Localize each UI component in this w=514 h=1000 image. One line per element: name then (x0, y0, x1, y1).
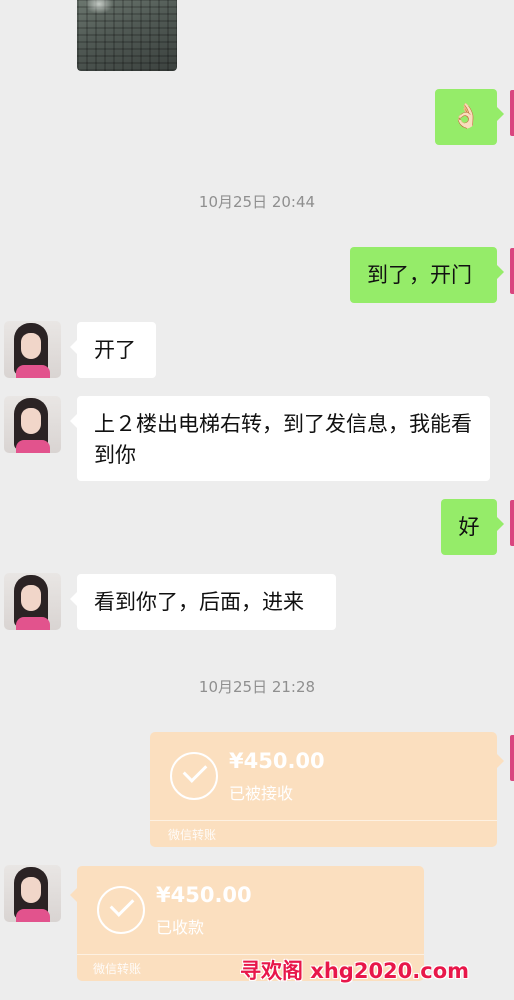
timestamp-divider: 10月25日 21:28 (198, 678, 316, 696)
message-text: 到了，开门 (367, 263, 472, 287)
incoming-message-bubble[interactable]: 开了 (70, 322, 156, 378)
outgoing-message-bubble[interactable]: 到了，开门 (350, 247, 504, 303)
transfer-amount: ¥450.00 (156, 883, 252, 907)
self-avatar-edge[interactable] (510, 735, 514, 781)
message-text: 看到你了，后面，进来 (94, 590, 304, 614)
message-text: 上２楼出电梯右转，到了发信息，我能看到你 (94, 412, 472, 467)
image-highlight (85, 0, 113, 14)
transfer-status: 已被接收 (229, 784, 294, 803)
avatar-shirt (16, 365, 50, 378)
avatar-face (21, 408, 41, 434)
avatar-face (21, 333, 41, 359)
transfer-source-label: 微信转账 (168, 828, 217, 842)
check-circle-icon (170, 752, 218, 800)
message-text: 好 (458, 515, 480, 539)
contact-avatar[interactable] (4, 865, 61, 922)
self-avatar-edge[interactable] (510, 500, 514, 546)
timestamp-divider: 10月25日 20:44 (198, 193, 316, 211)
check-circle-icon (97, 886, 145, 934)
card-divider (150, 820, 497, 821)
outgoing-message-bubble[interactable]: 好 (441, 499, 504, 555)
self-avatar-edge[interactable] (510, 90, 514, 136)
contact-avatar[interactable] (4, 321, 61, 378)
avatar-face (21, 877, 41, 903)
transfer-status: 已收款 (156, 918, 205, 937)
avatar-shirt (16, 440, 50, 453)
sent-transfer-card[interactable]: ¥450.00 已被接收 微信转账 (150, 732, 504, 847)
self-avatar-edge[interactable] (510, 248, 514, 294)
image-message-thumbnail[interactable] (77, 0, 177, 71)
transfer-source-label: 微信转账 (93, 962, 142, 976)
incoming-message-bubble[interactable]: 看到你了，后面，进来 (70, 574, 336, 630)
avatar-face (21, 585, 41, 611)
message-text: 开了 (94, 338, 136, 362)
contact-avatar[interactable] (4, 573, 61, 630)
transfer-amount: ¥450.00 (229, 749, 325, 773)
site-watermark: 寻欢阁 xhg2020.com (240, 959, 470, 983)
avatar-shirt (16, 617, 50, 630)
incoming-message-bubble[interactable]: 上２楼出电梯右转，到了发信息，我能看到你 (70, 396, 490, 481)
avatar-shirt (16, 909, 50, 922)
ok-hand-emoji: 👌🏻 (451, 102, 481, 130)
outgoing-emoji-bubble[interactable]: 👌🏻 (435, 89, 504, 145)
contact-avatar[interactable] (4, 396, 61, 453)
